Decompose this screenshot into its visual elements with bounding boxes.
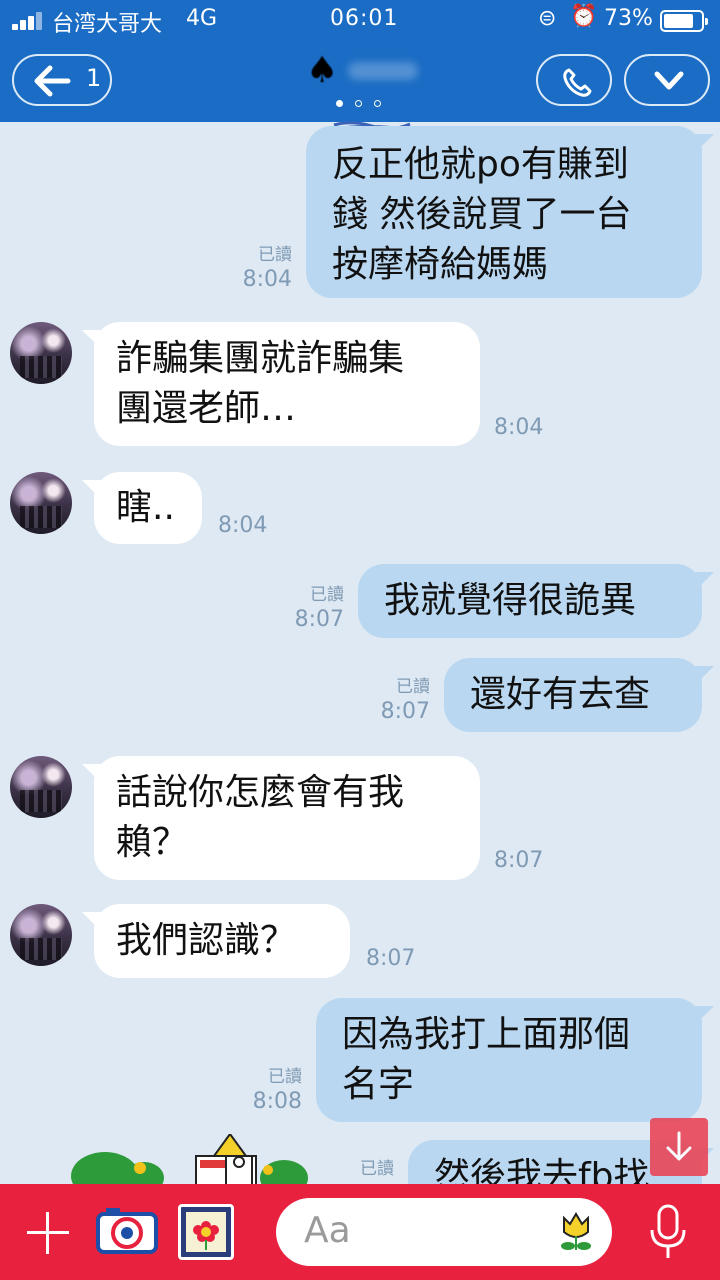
sticker-tulip-icon[interactable] [556, 1212, 596, 1254]
arrow-down-icon [666, 1131, 692, 1161]
rotation-lock-icon: ⊜ [538, 6, 557, 31]
message-time: 8:07 [494, 848, 544, 873]
outgoing-message[interactable]: 我就覺得很詭異 [358, 564, 702, 638]
battery-percent: 73% [604, 6, 653, 31]
message-line: 話說你怎麼會有我 [116, 772, 405, 813]
avatar[interactable] [10, 322, 72, 384]
message-line: 我就覺得很詭異 [384, 580, 637, 621]
read-receipt: 已讀 [360, 1159, 394, 1179]
spade-icon: ♠ [306, 50, 339, 91]
input-placeholder: Aa [304, 1210, 351, 1251]
outgoing-message[interactable]: 還好有去查 [444, 658, 702, 732]
incoming-message[interactable]: 瞎.. [94, 472, 202, 544]
message-line: 名字 [342, 1064, 415, 1105]
sticker-preview[interactable] [70, 1134, 320, 1186]
read-receipt: 已讀 [258, 245, 292, 265]
read-receipt: 已讀 [310, 585, 344, 605]
avatar[interactable] [10, 472, 72, 534]
chat-title[interactable]: ♠ [300, 48, 420, 98]
menu-button[interactable] [624, 54, 710, 106]
message-meta: 已讀 8:07 [272, 584, 344, 634]
avatar[interactable] [10, 904, 72, 966]
call-button[interactable] [536, 54, 612, 106]
message-line: 反正他就po有賺到 [332, 144, 629, 185]
network-type: 4G [186, 6, 218, 31]
read-receipt: 已讀 [268, 1067, 302, 1087]
message-time: 8:04 [242, 267, 292, 292]
message-time: 8:07 [294, 607, 344, 632]
battery-icon [660, 10, 708, 32]
incoming-message[interactable]: 我們認識？ [94, 904, 350, 978]
photo-icon[interactable] [178, 1204, 234, 1260]
phone-icon [563, 68, 592, 97]
carrier-name: 台湾大哥大 [52, 12, 163, 37]
message-line: 瞎.. [116, 487, 175, 528]
scroll-to-bottom-button[interactable] [650, 1118, 708, 1176]
incoming-message[interactable]: 話說你怎麼會有我 賴？ [94, 756, 480, 880]
message-meta: 已讀 [322, 1158, 394, 1180]
back-button[interactable]: 1 [12, 54, 112, 106]
message-time: 8:04 [494, 415, 544, 440]
top-bar: 台湾大哥大 4G 06:01 ⊜ ⏰ 73% 1 ♠ [0, 0, 720, 122]
signal-icon [12, 10, 46, 30]
clock: 06:01 [330, 6, 399, 31]
message-time: 8:07 [366, 946, 416, 971]
blurred-name [348, 62, 418, 80]
camera-icon[interactable] [96, 1206, 158, 1256]
message-meta: 已讀 8:07 [358, 676, 430, 726]
alarm-icon: ⏰ [570, 4, 598, 29]
composer-bar: Aa [0, 1184, 720, 1280]
message-meta: 已讀 8:08 [230, 1066, 302, 1116]
read-receipt: 已讀 [396, 677, 430, 697]
back-arrow-icon [34, 65, 71, 97]
message-line: 按摩椅給媽媽 [332, 244, 549, 285]
message-line: 因為我打上面那個 [342, 1014, 631, 1055]
avatar[interactable] [10, 756, 72, 818]
message-input[interactable]: Aa [276, 1198, 612, 1266]
incoming-message[interactable]: 詐騙集團就詐騙集 團還老師… [94, 322, 480, 446]
page-indicator [336, 100, 386, 110]
outgoing-message[interactable]: 反正他就po有賺到 錢 然後說買了一台 按摩椅給媽媽 [306, 126, 702, 298]
status-bar: 台湾大哥大 4G 06:01 ⊜ ⏰ 73% [0, 0, 720, 40]
message-line: 團還老師… [116, 388, 297, 429]
message-meta: 已讀 8:04 [220, 244, 292, 294]
message-time: 8:08 [252, 1089, 302, 1114]
chevron-down-icon [654, 71, 684, 90]
message-time: 8:04 [218, 513, 268, 538]
microphone-icon[interactable] [648, 1202, 688, 1262]
outgoing-message[interactable]: 因為我打上面那個 名字 [316, 998, 702, 1122]
plus-icon[interactable] [24, 1208, 72, 1256]
unread-count: 1 [86, 64, 102, 92]
message-line: 賴？ [116, 822, 189, 863]
flower-icon [193, 1221, 219, 1250]
message-time: 8:07 [380, 699, 430, 724]
message-line: 錢 然後說買了一台 [332, 194, 632, 235]
message-line: 詐騙集團就詐騙集 [116, 338, 405, 379]
message-line: 還好有去查 [470, 674, 651, 715]
message-line: 我們認識？ [116, 920, 297, 961]
